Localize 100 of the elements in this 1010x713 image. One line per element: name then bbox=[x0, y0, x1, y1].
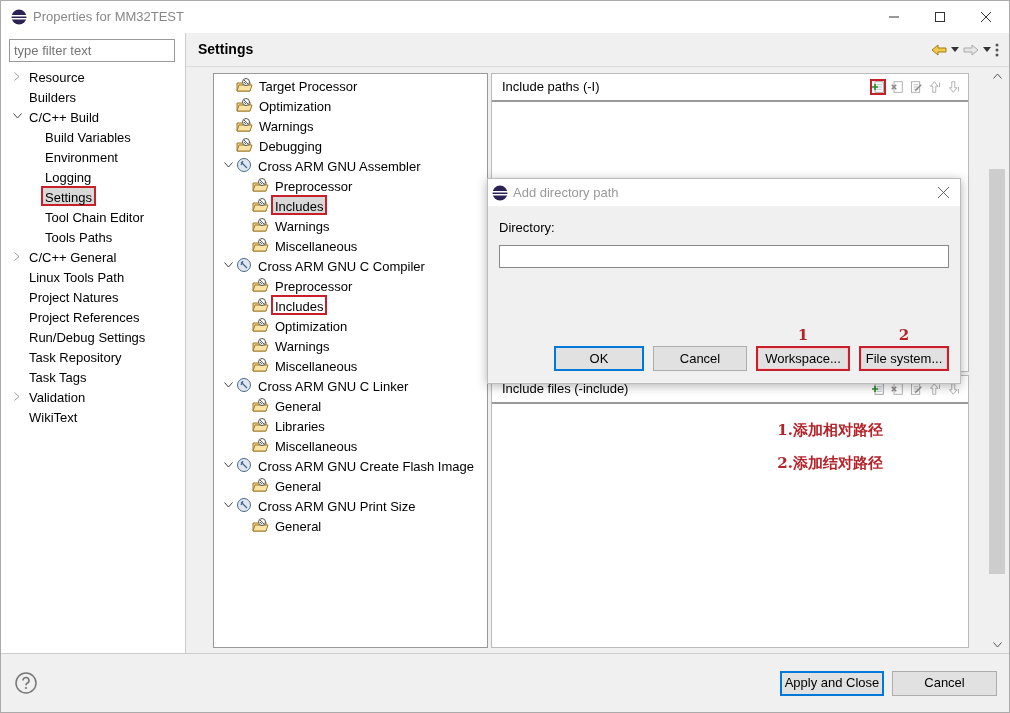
dialog-title: Add directory path bbox=[513, 183, 619, 202]
expanded-caret-icon[interactable] bbox=[223, 162, 233, 168]
scroll-up-icon[interactable] bbox=[992, 73, 1002, 79]
filter-field[interactable]: type filter text bbox=[9, 39, 175, 62]
delete-icon[interactable] bbox=[889, 79, 905, 95]
close-icon bbox=[981, 12, 991, 22]
edit-icon[interactable] bbox=[908, 381, 924, 397]
footer-button[interactable]: Apply and Close bbox=[780, 670, 884, 696]
tree-item[interactable]: C/C++ Build bbox=[25, 106, 104, 126]
tool-icon bbox=[236, 497, 252, 513]
close-icon[interactable] bbox=[938, 187, 949, 198]
collapsed-caret-icon[interactable] bbox=[14, 71, 20, 81]
collapsed-caret-icon[interactable] bbox=[14, 251, 20, 261]
tree-item[interactable]: Target Processor bbox=[255, 75, 362, 95]
tree-item[interactable]: Resource bbox=[25, 66, 89, 86]
folder-gear-icon bbox=[252, 317, 269, 333]
tree-item[interactable]: Cross ARM GNU C Compiler bbox=[254, 255, 429, 275]
folder-gear-icon bbox=[252, 357, 269, 373]
tree-item[interactable]: Tools Paths bbox=[41, 226, 117, 246]
annotation-number: 2 bbox=[898, 326, 910, 344]
folder-gear-icon bbox=[252, 237, 269, 253]
tree-item[interactable]: Optimization bbox=[271, 315, 352, 335]
tree-item[interactable]: Project References bbox=[25, 306, 144, 326]
move-up-icon[interactable] bbox=[927, 79, 943, 95]
tree-item[interactable]: General bbox=[271, 395, 326, 415]
help-icon[interactable] bbox=[15, 672, 37, 694]
annotation-number: 1 bbox=[797, 326, 809, 344]
tree-item[interactable]: Task Repository bbox=[25, 346, 126, 366]
tree-item[interactable]: Debugging bbox=[255, 135, 326, 155]
tree-item[interactable]: Includes bbox=[271, 295, 328, 315]
scroll-down-icon[interactable] bbox=[992, 642, 1002, 648]
edit-icon[interactable] bbox=[908, 79, 924, 95]
tree-item[interactable]: Warnings bbox=[271, 215, 334, 235]
dropdown-caret-icon[interactable] bbox=[951, 47, 959, 52]
collapsed-caret-icon[interactable] bbox=[14, 391, 20, 401]
tree-item[interactable]: Libraries bbox=[271, 415, 329, 435]
tree-item[interactable]: Tool Chain Editor bbox=[41, 206, 148, 226]
tree-item[interactable]: Miscellaneous bbox=[271, 235, 362, 255]
tree-item[interactable]: Miscellaneous bbox=[271, 355, 362, 375]
tree-item[interactable]: Task Tags bbox=[25, 366, 91, 386]
folder-gear-icon bbox=[252, 517, 269, 533]
tree-item[interactable]: WikiText bbox=[25, 406, 82, 426]
dialog-button[interactable]: Workspace... bbox=[756, 346, 850, 371]
folder-gear-icon bbox=[236, 117, 253, 133]
tree-item[interactable]: Validation bbox=[25, 386, 90, 406]
tree-item[interactable]: Optimization bbox=[255, 95, 336, 115]
tree-item[interactable]: Cross ARM GNU Assembler bbox=[254, 155, 425, 175]
tree-item[interactable]: Preprocessor bbox=[271, 175, 357, 195]
tree-item[interactable]: Build Variables bbox=[41, 126, 135, 146]
menu-icon[interactable] bbox=[995, 42, 999, 57]
tree-item[interactable]: Builders bbox=[25, 86, 80, 106]
move-down-icon[interactable] bbox=[946, 79, 962, 95]
tree-item[interactable]: Includes bbox=[271, 195, 328, 215]
move-down-icon[interactable] bbox=[946, 381, 962, 397]
move-up-icon[interactable] bbox=[927, 381, 943, 397]
tree-item[interactable]: Logging bbox=[41, 166, 96, 186]
page-title: Settings bbox=[198, 40, 254, 59]
tree-item[interactable]: Preprocessor bbox=[271, 275, 357, 295]
tree-item[interactable]: General bbox=[271, 475, 326, 495]
tree-item[interactable]: Warnings bbox=[271, 335, 334, 355]
expanded-caret-icon[interactable] bbox=[12, 113, 22, 119]
dialog-button[interactable]: Cancel bbox=[653, 346, 747, 371]
expanded-caret-icon[interactable] bbox=[223, 502, 233, 508]
folder-gear-icon bbox=[252, 437, 269, 453]
dropdown-caret-icon[interactable] bbox=[983, 47, 991, 52]
section-title: Include files (-include) bbox=[502, 380, 629, 399]
tool-icon bbox=[236, 377, 252, 393]
tree-item[interactable]: Run/Debug Settings bbox=[25, 326, 150, 346]
add-icon[interactable] bbox=[870, 79, 886, 95]
directory-field[interactable] bbox=[499, 244, 949, 268]
dialog-button[interactable]: File system... bbox=[859, 346, 949, 371]
footer-button[interactable]: Cancel bbox=[892, 670, 997, 696]
tree-item[interactable]: Project Natures bbox=[25, 286, 123, 306]
tree-item[interactable]: Cross ARM GNU C Linker bbox=[254, 375, 413, 395]
scroll-thumb[interactable] bbox=[989, 169, 1005, 574]
eclipse-logo-icon bbox=[11, 9, 27, 25]
tree-item[interactable]: Cross ARM GNU Print Size bbox=[254, 495, 420, 515]
tree-item[interactable]: Environment bbox=[41, 146, 122, 166]
tool-icon bbox=[236, 157, 252, 173]
folder-gear-icon bbox=[252, 217, 269, 233]
tree-item[interactable]: Cross ARM GNU Create Flash Image bbox=[254, 455, 478, 475]
tree-item[interactable]: Warnings bbox=[255, 115, 318, 135]
folder-gear-icon bbox=[236, 97, 253, 113]
tree-item[interactable]: Linux Tools Path bbox=[25, 266, 129, 286]
tree-item[interactable]: General bbox=[271, 515, 326, 535]
delete-icon[interactable] bbox=[889, 381, 905, 397]
eclipse-logo-icon bbox=[492, 184, 508, 201]
dialog-button[interactable]: OK bbox=[554, 346, 644, 371]
tree-item[interactable]: Miscellaneous bbox=[271, 435, 362, 455]
maximize-icon bbox=[935, 12, 945, 22]
expanded-caret-icon[interactable] bbox=[223, 462, 233, 468]
folder-gear-icon bbox=[236, 77, 253, 93]
tree-item[interactable]: Settings bbox=[41, 186, 96, 206]
expanded-caret-icon[interactable] bbox=[223, 262, 233, 268]
tool-icon bbox=[236, 257, 252, 273]
tree-item[interactable]: C/C++ General bbox=[25, 246, 121, 266]
annotation-note: 2.添加结对路径 bbox=[777, 452, 883, 474]
expanded-caret-icon[interactable] bbox=[223, 382, 233, 388]
folder-gear-icon bbox=[236, 137, 253, 153]
folder-gear-icon bbox=[252, 277, 269, 293]
